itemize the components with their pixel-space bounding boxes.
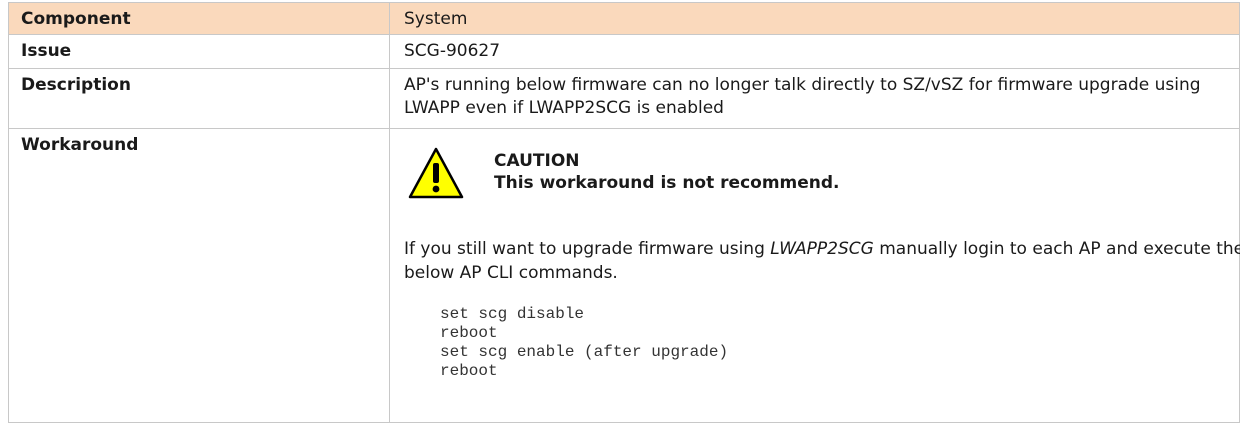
issue-table: Component System Issue SCG-90627 Descrip… <box>8 2 1240 423</box>
description-value: AP's running below firmware can no longe… <box>389 68 1240 129</box>
caution-note: CAUTION This workaround is not recommend… <box>404 135 1225 211</box>
description-label: Description <box>8 68 390 129</box>
component-row: Component System <box>8 2 1240 35</box>
cli-command: set scg enable (after upgrade) <box>440 343 729 361</box>
component-value: System <box>389 2 1240 35</box>
cli-command: reboot <box>440 324 498 342</box>
caution-title: CAUTION <box>494 151 580 171</box>
caution-message: This workaround is not recommend. <box>494 173 840 193</box>
workaround-paragraph: If you still want to upgrade firmware us… <box>404 237 1240 285</box>
paragraph-italic-term: LWAPP2SCG <box>770 239 874 259</box>
paragraph-text-start: If you still want to upgrade firmware us… <box>404 239 771 259</box>
cli-command: set scg disable <box>440 305 585 323</box>
issue-row: Issue SCG-90627 <box>8 34 1240 69</box>
component-label: Component <box>8 2 390 35</box>
description-row: Description AP's running below firmware … <box>8 68 1240 129</box>
issue-label: Issue <box>8 34 390 69</box>
caution-text-block: CAUTION This workaround is not recommend… <box>494 150 840 194</box>
warning-triangle-icon <box>408 147 464 199</box>
workaround-label: Workaround <box>8 128 390 423</box>
issue-value: SCG-90627 <box>389 34 1240 69</box>
cli-command: reboot <box>440 362 498 380</box>
workaround-row: Workaround CAUTION This workaround is no… <box>8 128 1240 423</box>
workaround-value: CAUTION This workaround is not recommend… <box>389 128 1240 423</box>
cli-code-block: set scg disable reboot set scg enable (a… <box>440 305 1225 381</box>
